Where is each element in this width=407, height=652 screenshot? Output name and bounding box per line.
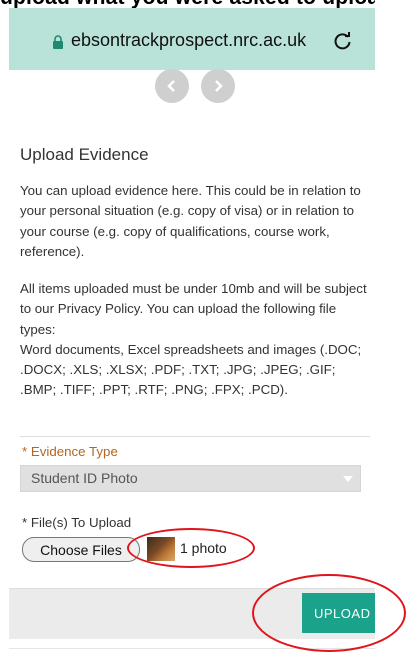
carousel-next-button[interactable] xyxy=(201,69,235,103)
lock-icon xyxy=(53,35,63,49)
intro-text: You can upload evidence here. This could… xyxy=(20,183,361,259)
chevron-right-icon xyxy=(215,80,223,92)
evidence-type-label: * Evidence Type xyxy=(22,444,118,459)
evidence-type-select[interactable]: Student ID Photo xyxy=(20,465,361,492)
reload-icon[interactable] xyxy=(333,31,353,51)
page-title: Upload Evidence xyxy=(20,145,149,164)
url-text: ebsontrackprospect.nrc.ac.uk xyxy=(71,30,307,50)
file-rules-text: All items uploaded must be under 10mb an… xyxy=(20,279,375,401)
cropped-header-text: upload what you were asked to upload xyxy=(0,0,407,8)
chevron-down-icon xyxy=(336,466,360,491)
file-rules-line1: All items uploaded must be under 10mb an… xyxy=(20,281,367,337)
evidence-type-value: Student ID Photo xyxy=(31,470,138,486)
page-edge xyxy=(375,0,407,652)
annotation-circle-file xyxy=(127,528,255,568)
choose-files-button[interactable]: Choose Files xyxy=(22,537,140,562)
section-divider xyxy=(20,436,370,437)
annotation-circle-upload xyxy=(252,574,406,652)
carousel-prev-button[interactable] xyxy=(155,69,189,103)
files-to-upload-label: * File(s) To Upload xyxy=(22,515,132,530)
file-types-list: Word documents, Excel spreadsheets and i… xyxy=(20,341,362,398)
browser-url-bar[interactable]: ebsontrackprospect.nrc.ac.uk xyxy=(9,8,375,70)
chevron-left-icon xyxy=(167,80,175,92)
